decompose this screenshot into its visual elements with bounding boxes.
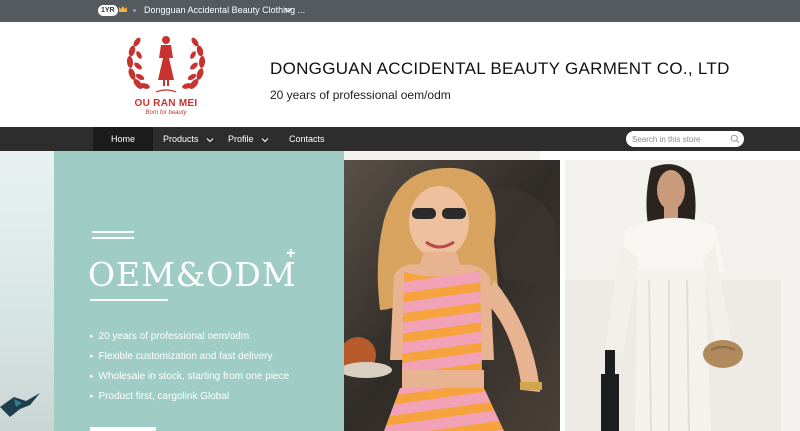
logo-slogan: Born for beauty bbox=[145, 110, 187, 116]
chevron-down-icon bbox=[206, 137, 214, 142]
company-subtitle: 20 years of professional oem/odm bbox=[270, 88, 451, 102]
store-nav: Home Products Profile Contacts bbox=[0, 127, 800, 151]
nav-profile[interactable]: Profile bbox=[228, 127, 269, 151]
nav-home[interactable]: Home bbox=[93, 127, 153, 151]
banner-cta-button[interactable] bbox=[90, 427, 156, 431]
store-logo[interactable]: OU RAN MEI Born for beauty bbox=[118, 34, 214, 122]
feature-item: Product first, cargolink Global bbox=[90, 391, 340, 411]
banner-left-decoration bbox=[0, 151, 54, 431]
store-search bbox=[626, 131, 744, 147]
nav-contacts[interactable]: Contacts bbox=[289, 127, 325, 151]
logo-name: OU RAN MEI bbox=[134, 98, 198, 109]
heading-underline bbox=[90, 299, 168, 301]
banner-top-strip bbox=[540, 151, 800, 160]
plus-mark: + bbox=[286, 245, 296, 262]
search-input[interactable] bbox=[632, 133, 728, 145]
company-name-dropdown[interactable]: Dongguan Accidental Beauty Clothing ... bbox=[144, 4, 305, 16]
nav-products-label: Products bbox=[163, 134, 199, 144]
feature-item: 20 years of professional oem/odm bbox=[90, 331, 340, 351]
chevron-down-icon bbox=[261, 137, 269, 142]
banner-heading: OEM&ODM bbox=[88, 255, 297, 294]
oem-odm-panel: OEM&ODM + 20 years of professional oem/o… bbox=[54, 151, 344, 431]
top-bar: 1YR Dongguan Accidental Beauty Clothing … bbox=[0, 0, 800, 22]
crown-icon bbox=[119, 6, 127, 12]
chevron-down-icon[interactable] bbox=[283, 5, 293, 15]
bird-illustration bbox=[0, 393, 40, 417]
nav-profile-label: Profile bbox=[228, 134, 254, 144]
store-header: OU RAN MEI Born for beauty DONGGUAN ACCI… bbox=[0, 22, 800, 127]
decor-lines bbox=[92, 231, 134, 245]
nav-home-label: Home bbox=[110, 134, 135, 144]
feature-item: Wholesale in stock, starting from one pi… bbox=[90, 371, 340, 391]
search-icon[interactable] bbox=[730, 134, 740, 144]
dot-icon bbox=[133, 9, 136, 12]
nav-products[interactable]: Products bbox=[163, 127, 214, 151]
wreath-dress-icon bbox=[126, 36, 206, 93]
model-photo-striped-knit bbox=[344, 160, 560, 431]
years-badge: 1YR bbox=[98, 5, 118, 16]
model-photo-white-knit bbox=[565, 160, 781, 431]
feature-item: Flexible customization and fast delivery bbox=[90, 351, 340, 371]
nav-contacts-label: Contacts bbox=[289, 134, 325, 144]
hero-banner[interactable]: OEM&ODM + 20 years of professional oem/o… bbox=[0, 151, 800, 431]
company-title: DONGGUAN ACCIDENTAL BEAUTY GARMENT CO., … bbox=[270, 59, 730, 78]
feature-list: 20 years of professional oem/odm Flexibl… bbox=[90, 331, 340, 411]
